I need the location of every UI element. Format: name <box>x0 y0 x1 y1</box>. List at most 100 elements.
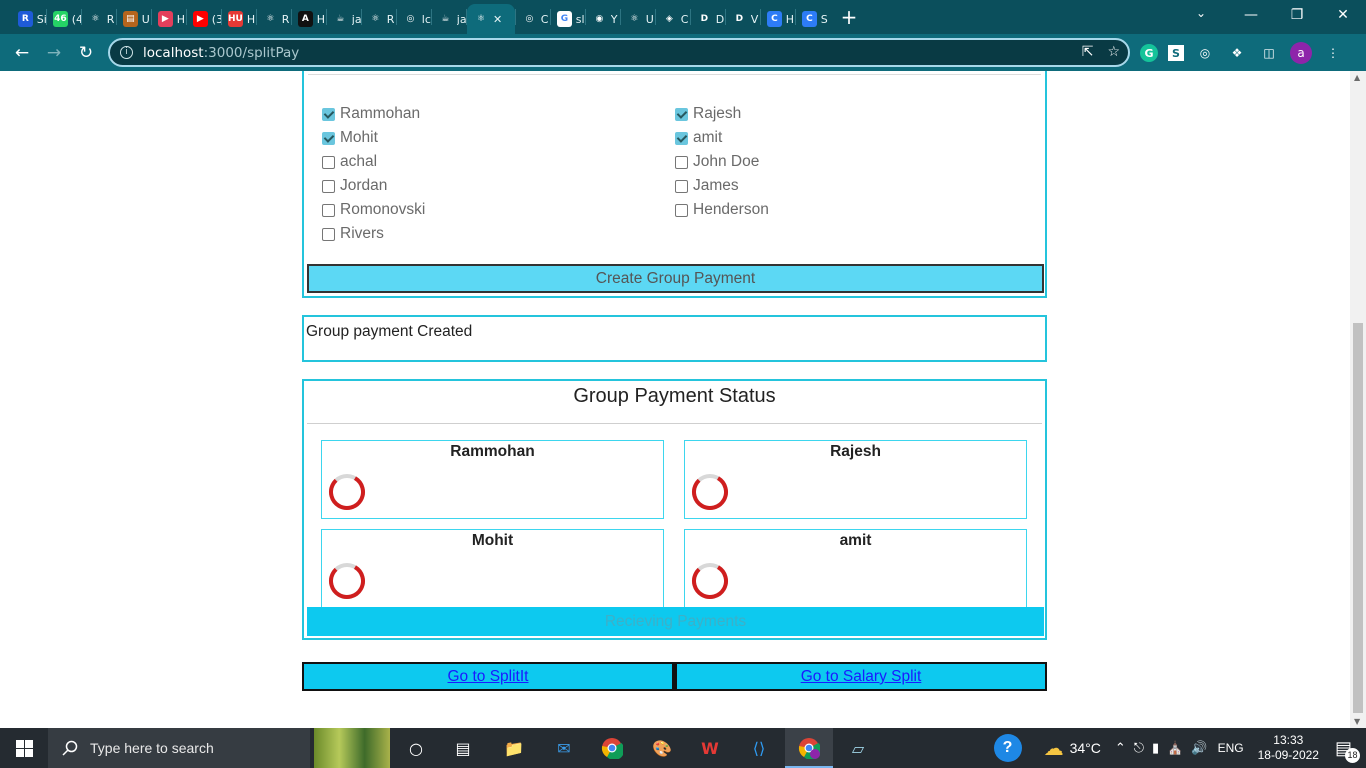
language-indicator[interactable]: ENG <box>1218 741 1244 755</box>
restore-button[interactable]: ❐ <box>1274 0 1320 30</box>
menu-kebab-icon[interactable]: ⋮ <box>1322 43 1344 63</box>
grammarly-extension-icon[interactable]: G <box>1140 44 1158 62</box>
create-group-payment-button[interactable]: Create Group Payment <box>307 264 1044 293</box>
member-option[interactable]: achal <box>322 153 377 171</box>
receiving-payments-button[interactable]: Recieving Payments <box>307 607 1044 636</box>
show-hidden-icons-chevron-icon[interactable]: ⌃ <box>1115 740 1126 756</box>
browser-tab[interactable]: ◎ C <box>516 4 550 34</box>
share-icon[interactable]: ⇱ <box>1082 44 1094 60</box>
puzzle-extensions-icon[interactable]: ❖ <box>1226 43 1248 63</box>
member-checkbox[interactable] <box>322 179 335 193</box>
member-checkbox[interactable] <box>322 155 335 169</box>
wifi-icon[interactable]: ⛪ <box>1167 740 1183 756</box>
member-option[interactable]: amit <box>675 129 722 147</box>
taskbar-search-box[interactable]: Type here to search <box>48 728 310 768</box>
usb-icon[interactable]: ⎋ <box>1134 740 1144 756</box>
bookmark-star-icon[interactable]: ☆ <box>1107 44 1120 60</box>
scroll-down-arrow-icon[interactable]: ▼ <box>1354 717 1360 726</box>
paint-icon[interactable]: 🎨 <box>650 737 674 759</box>
member-option[interactable]: Mohit <box>322 129 378 147</box>
side-panel-icon[interactable]: ◫ <box>1258 43 1280 63</box>
mail-icon[interactable]: ✉ <box>552 737 576 759</box>
member-checkbox[interactable] <box>322 107 335 121</box>
target-extension-icon[interactable]: ◎ <box>1194 43 1216 63</box>
go-to-salary-split-link[interactable]: Go to Salary Split <box>674 662 1047 691</box>
browser-tab[interactable]: 46 (4 <box>47 4 81 34</box>
go-to-splitit-link[interactable]: Go to SplitIt <box>302 662 674 691</box>
close-window-button[interactable]: ✕ <box>1320 0 1366 30</box>
member-checkbox[interactable] <box>675 179 688 193</box>
member-option[interactable]: James <box>675 177 739 195</box>
member-checkbox[interactable] <box>675 107 688 121</box>
browser-tab[interactable]: ▶ H <box>152 4 186 34</box>
member-option[interactable]: Rivers <box>322 225 384 243</box>
browser-tab[interactable]: HU H <box>222 4 256 34</box>
notepad-icon[interactable]: ▱ <box>846 737 870 759</box>
temperature[interactable]: 34°C <box>1070 740 1101 756</box>
member-checkbox[interactable] <box>322 203 335 217</box>
browser-tab[interactable]: ◎ lc <box>397 4 431 34</box>
cortana-icon[interactable]: ○ <box>404 737 428 759</box>
new-tab-button[interactable]: + <box>834 5 864 29</box>
member-option[interactable]: Rammohan <box>322 105 420 123</box>
browser-tab[interactable]: R Si <box>12 4 46 34</box>
tab-title: R <box>281 12 290 26</box>
browser-tab[interactable]: ☕ ja <box>327 4 361 34</box>
vscode-icon[interactable]: ⟨⟩ <box>747 737 771 759</box>
s-extension-icon[interactable]: S <box>1168 45 1184 61</box>
browser-tab[interactable]: ▤ U <box>117 4 151 34</box>
member-option[interactable]: John Doe <box>675 153 759 171</box>
forward-button[interactable]: → <box>38 43 70 63</box>
tab-title: R <box>106 12 115 26</box>
notification-center-icon[interactable]: ▤ 18 <box>1335 738 1360 763</box>
scroll-up-arrow-icon[interactable]: ▲ <box>1354 73 1360 82</box>
member-checkbox[interactable] <box>675 155 688 169</box>
browser-tab[interactable]: DV <box>726 4 760 34</box>
back-button[interactable]: ← <box>6 43 38 63</box>
chrome-profile-icon[interactable] <box>797 737 821 759</box>
reload-button[interactable]: ↻ <box>70 43 102 63</box>
tab-search-chevron-icon[interactable]: ⌄ <box>1196 6 1206 20</box>
site-info-icon[interactable]: i <box>120 46 133 59</box>
browser-tab[interactable]: ◉ Y <box>586 4 620 34</box>
browser-tab[interactable]: ⚛ U <box>621 4 655 34</box>
browser-tab[interactable]: ⚛ R <box>257 4 291 34</box>
chrome-icon[interactable] <box>600 737 624 759</box>
address-bar[interactable]: i localhost:3000/splitPay ⇱ ☆ <box>108 38 1130 67</box>
tab-favicon-icon: G <box>557 11 572 27</box>
start-button[interactable] <box>0 728 48 768</box>
member-checkbox[interactable] <box>322 227 335 241</box>
member-checkbox[interactable] <box>675 203 688 217</box>
battery-icon[interactable]: ▮ <box>1152 740 1159 756</box>
member-option[interactable]: Henderson <box>675 201 769 219</box>
profile-avatar[interactable]: a <box>1290 42 1312 64</box>
browser-tab[interactable]: ▶ (3 <box>187 4 221 34</box>
browser-tab[interactable]: ⚛ R <box>82 4 116 34</box>
page-scrollbar[interactable]: ▲ ▼ <box>1350 71 1366 728</box>
browser-tab[interactable]: DD <box>691 4 725 34</box>
member-option[interactable]: Jordan <box>322 177 387 195</box>
scrollbar-thumb[interactable] <box>1353 323 1363 713</box>
clock[interactable]: 13:33 18-09-2022 <box>1258 733 1319 763</box>
file-explorer-icon[interactable]: 📁 <box>502 737 526 759</box>
help-icon[interactable]: ? <box>993 734 1022 762</box>
browser-tab[interactable]: AH <box>292 4 326 34</box>
member-checkbox[interactable] <box>675 131 688 145</box>
browser-tab[interactable]: CH <box>761 4 795 34</box>
task-view-icon[interactable]: ▤ <box>451 737 475 759</box>
browser-tab[interactable]: ☕ ja <box>432 4 466 34</box>
weather-icon[interactable]: ☁ <box>1044 736 1064 761</box>
member-option[interactable]: Romonovski <box>322 201 425 219</box>
browser-tab[interactable]: ⚛ R <box>362 4 396 34</box>
browser-tab[interactable]: CS <box>796 4 830 34</box>
browser-tab[interactable]: Gsl <box>551 4 585 34</box>
tab-title[interactable]: ✕ <box>493 13 503 26</box>
minimize-button[interactable]: — <box>1228 0 1274 30</box>
browser-tab[interactable]: ◈ C <box>656 4 690 34</box>
volume-icon[interactable]: 🔊 <box>1191 740 1207 756</box>
tab-favicon-icon: D <box>732 11 747 27</box>
browser-tab[interactable]: ⚛ ✕ <box>467 4 515 34</box>
member-checkbox[interactable] <box>322 131 335 145</box>
wps-office-icon[interactable]: W <box>698 737 722 759</box>
member-option[interactable]: Rajesh <box>675 105 741 123</box>
